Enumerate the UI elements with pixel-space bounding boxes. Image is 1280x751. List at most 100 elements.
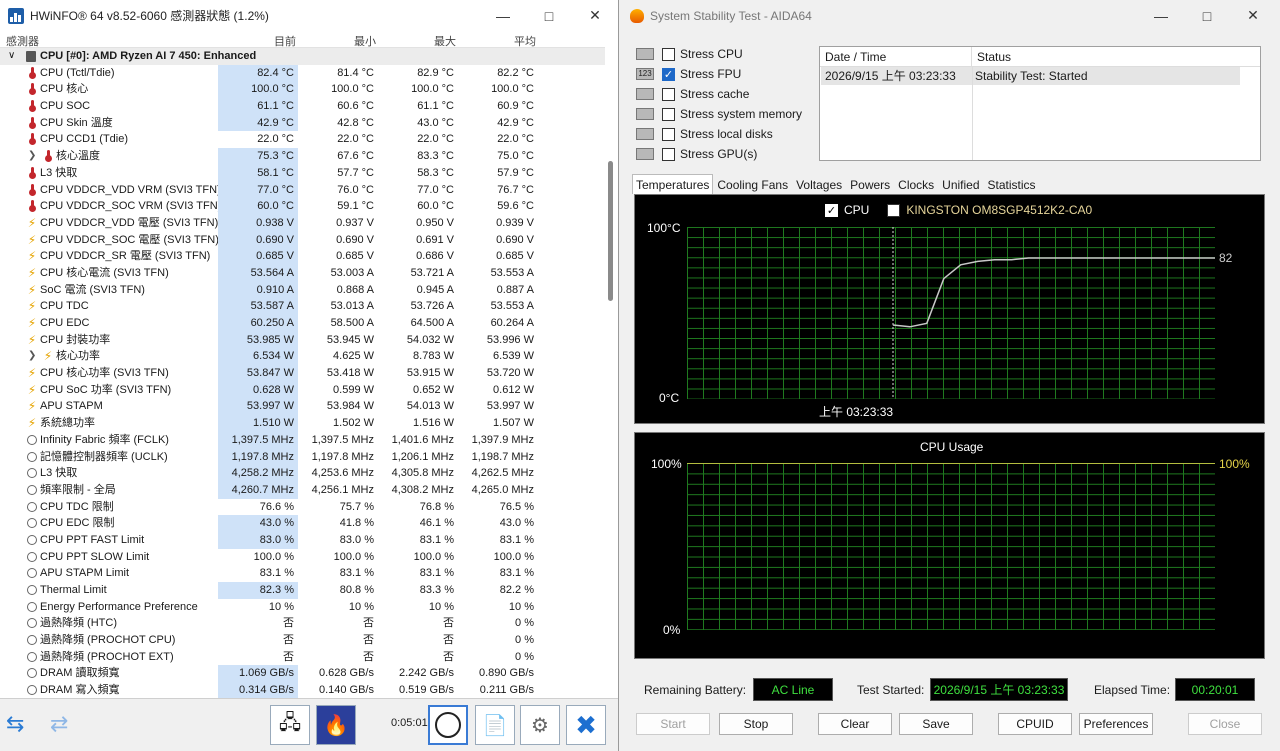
sensor-row[interactable]: ❯ ⚡ 核心功率 6.534 W 4.625 W 8.783 W 6.539 W bbox=[0, 348, 605, 366]
tab-unified[interactable]: Unified bbox=[938, 174, 983, 194]
sensor-row[interactable]: CPU CCD1 (Tdie) 22.0 °C 22.0 °C 22.0 °C 22.0… bbox=[0, 131, 605, 148]
sensor-row[interactable]: ⚡ CPU 封裝功率 53.985 W 53.945 W 54.032 W 53.996 … bbox=[0, 331, 605, 349]
sensor-row[interactable]: ⚡ 系統總功率 1.510 W 1.502 W 1.516 W 1.507 W bbox=[0, 415, 605, 432]
sensor-row[interactable]: ⚡ APU STAPM 53.997 W 53.984 W 54.013 W 53.997… bbox=[0, 398, 605, 416]
cpuid-button[interactable]: CPUID bbox=[998, 713, 1072, 735]
sensor-row[interactable]: 頻率限制 - 全局 4,260.7 MHz 4,256.1 MHz 4,308.2 M… bbox=[0, 481, 605, 499]
sensor-row[interactable]: ⚡ CPU VDDCR_SOC 電壓 (SVI3 TFN) 0.690 V 0.690… bbox=[0, 231, 605, 249]
sensor-row[interactable]: Infinity Fabric 頻率 (FCLK) 1,397.5 MHz 1,39… bbox=[0, 431, 605, 449]
expand-chevron-icon[interactable]: ❯ bbox=[28, 348, 36, 365]
legend-ssd-checkbox[interactable] bbox=[887, 203, 901, 217]
stress-option[interactable]: Stress local disks bbox=[636, 124, 816, 144]
sensor-row[interactable]: DRAM 寫入頻寬 0.314 GB/s 0.140 GB/s 0.519 GB/s 0… bbox=[0, 682, 605, 698]
sensor-row[interactable]: DRAM 讀取頻寬 1.069 GB/s 0.628 GB/s 2.242 GB/s 0… bbox=[0, 665, 605, 683]
network-computers-button[interactable]: 🖧 bbox=[270, 705, 310, 745]
col-current[interactable]: 目前 bbox=[274, 33, 296, 49]
collapse-chevron-icon[interactable]: ∨ bbox=[8, 48, 15, 65]
minimize-button[interactable]: — bbox=[480, 0, 526, 31]
sensor-row[interactable]: ⚡ CPU SoC 功率 (SVI3 TFN) 0.628 W 0.599 W 0.65… bbox=[0, 381, 605, 399]
sensor-list[interactable]: ∨ CPU [#0]: AMD Ryzen AI 7 450: Enhanced… bbox=[0, 48, 605, 698]
clock-button[interactable] bbox=[428, 705, 468, 745]
legend-cpu-checkbox[interactable]: ✓ bbox=[825, 203, 838, 217]
sensor-row[interactable]: 過熱降頻 (HTC) 否 否 否 0 % bbox=[0, 615, 605, 632]
sensor-row[interactable]: CPU VDDCR_SOC VRM (SVI3 TFN) 60.0 °C 59.1 … bbox=[0, 198, 605, 215]
stress-checkbox[interactable]: ✓ bbox=[662, 67, 675, 81]
stress-checkbox[interactable] bbox=[662, 127, 675, 141]
sensor-row[interactable]: CPU TDC 限制 76.6 % 75.7 % 76.8 % 76.5 % bbox=[0, 499, 605, 516]
tab-powers[interactable]: Powers bbox=[846, 174, 894, 194]
aida-minimize-button[interactable]: — bbox=[1138, 0, 1184, 31]
stress-checkbox[interactable] bbox=[662, 47, 675, 61]
col-date-time[interactable]: Date / Time bbox=[820, 47, 972, 67]
aida-titlebar[interactable]: System Stability Test - AIDA64 — □ ✕ bbox=[620, 0, 1280, 31]
preferences-button[interactable]: Preferences bbox=[1079, 713, 1153, 735]
status-row[interactable]: 2026/9/15 上午 03:23:33 Stability Test: St… bbox=[821, 67, 1240, 85]
aida-close-button[interactable]: ✕ bbox=[1230, 0, 1276, 31]
stress-checkbox[interactable] bbox=[662, 107, 675, 121]
sensor-scrollbar[interactable] bbox=[605, 31, 618, 698]
tab-clocks[interactable]: Clocks bbox=[894, 174, 938, 194]
sensor-row[interactable]: 過熱降頻 (PROCHOT CPU) 否 否 否 0 % bbox=[0, 632, 605, 649]
col-min[interactable]: 最小 bbox=[354, 33, 376, 49]
stress-option[interactable]: Stress GPU(s) bbox=[636, 144, 816, 164]
close-window-button[interactable]: Close bbox=[1188, 713, 1262, 735]
sensor-row[interactable]: CPU 核心 100.0 °C 100.0 °C 100.0 °C 100.0 °C bbox=[0, 81, 605, 99]
sensor-row[interactable]: L3 快取 4,258.2 MHz 4,253.6 MHz 4,305.8 MHz 4,… bbox=[0, 465, 605, 482]
save-button[interactable]: Save bbox=[899, 713, 973, 735]
clear-button[interactable]: Clear bbox=[818, 713, 892, 735]
col-avg[interactable]: 平均 bbox=[514, 33, 536, 49]
close-button[interactable]: ✕ bbox=[572, 0, 618, 31]
stress-option[interactable]: 123 ✓ Stress FPU bbox=[636, 64, 816, 84]
sensor-row[interactable]: L3 快取 58.1 °C 57.7 °C 58.3 °C 57.9 °C bbox=[0, 164, 605, 182]
aida-maximize-button[interactable]: □ bbox=[1184, 0, 1230, 31]
sensor-row[interactable]: 記憶體控制器頻率 (UCLK) 1,197.8 MHz 1,197.8 MHz 1,2… bbox=[0, 448, 605, 466]
col-sensor[interactable]: 感測器 bbox=[6, 33, 39, 49]
tab-statistics[interactable]: Statistics bbox=[984, 174, 1040, 194]
expand-chevron-icon[interactable]: ❯ bbox=[28, 148, 36, 165]
stress-option[interactable]: Stress system memory bbox=[636, 104, 816, 124]
sensor-row[interactable]: CPU (Tctl/Tdie) 82.4 °C 81.4 °C 82.9 °C 82.2… bbox=[0, 64, 605, 82]
arrows-right-left-icon[interactable]: ⇄ bbox=[50, 711, 68, 737]
sensor-row[interactable]: ⚡ CPU 核心電流 (SVI3 TFN) 53.564 A 53.003 A 53.7… bbox=[0, 264, 605, 282]
sensor-row[interactable]: CPU SOC 61.1 °C 60.6 °C 61.1 °C 60.9 °C bbox=[0, 98, 605, 115]
battery-label: Remaining Battery: bbox=[644, 683, 747, 697]
arrows-left-right-icon[interactable]: ⇆ bbox=[6, 711, 24, 737]
sensor-row[interactable]: APU STAPM Limit 83.1 % 83.1 % 83.1 % 83.1 % bbox=[0, 565, 605, 582]
sensor-row[interactable]: CPU EDC 限制 43.0 % 41.8 % 46.1 % 43.0 % bbox=[0, 515, 605, 532]
sensor-row[interactable]: ⚡ CPU VDDCR_SR 電壓 (SVI3 TFN) 0.685 V 0.685 … bbox=[0, 248, 605, 265]
maximize-button[interactable]: □ bbox=[526, 0, 572, 31]
sensor-row[interactable]: ⚡ SoC 電流 (SVI3 TFN) 0.910 A 0.868 A 0.945 A 0… bbox=[0, 281, 605, 299]
stop-button[interactable]: Stop bbox=[719, 713, 793, 735]
exit-button[interactable]: ✖ bbox=[566, 705, 606, 745]
sensor-row[interactable]: Energy Performance Preference 10 % 10 % 10 … bbox=[0, 599, 605, 616]
col-status[interactable]: Status bbox=[972, 47, 1260, 67]
sensor-row[interactable]: ❯ 核心溫度 75.3 °C 67.6 °C 83.3 °C 75.0 °C bbox=[0, 148, 605, 165]
col-max[interactable]: 最大 bbox=[434, 33, 456, 49]
hwinfo-titlebar[interactable]: HWiNFO® 64 v8.52-6060 感測器狀態 (1.2%) — □ ✕ bbox=[0, 0, 618, 31]
sensor-row[interactable]: CPU PPT SLOW Limit 100.0 % 100.0 % 100.0 % 1… bbox=[0, 549, 605, 566]
stress-option[interactable]: Stress CPU bbox=[636, 44, 816, 64]
sensor-row[interactable]: CPU Skin 溫度 42.9 °C 42.8 °C 43.0 °C 42.9 °C bbox=[0, 114, 605, 132]
status-table[interactable]: Date / Time Status 2026/9/15 上午 03:23:33… bbox=[819, 46, 1261, 161]
sensor-row[interactable]: CPU VDDCR_VDD VRM (SVI3 TFN) 77.0 °C 76.0 … bbox=[0, 181, 605, 199]
sensor-row[interactable]: ⚡ CPU VDDCR_VDD 電壓 (SVI3 TFN) 0.938 V 0.937… bbox=[0, 214, 605, 232]
sensor-row[interactable]: CPU PPT FAST Limit 83.0 % 83.0 % 83.1 % 83.1… bbox=[0, 531, 605, 549]
sensor-group[interactable]: ∨ CPU [#0]: AMD Ryzen AI 7 450: Enhanced bbox=[0, 48, 605, 65]
settings-button[interactable]: ⚙ bbox=[520, 705, 560, 745]
sensor-row[interactable]: ⚡ CPU 核心功率 (SVI3 TFN) 53.847 W 53.418 W 53.9… bbox=[0, 365, 605, 382]
sensor-row[interactable]: ⚡ CPU EDC 60.250 A 58.500 A 64.500 A 60.264 A bbox=[0, 315, 605, 332]
tab-temperatures[interactable]: Temperatures bbox=[632, 174, 714, 194]
tab-voltages[interactable]: Voltages bbox=[792, 174, 846, 194]
stress-checkbox[interactable] bbox=[662, 87, 675, 101]
tab-cooling-fans[interactable]: Cooling Fans bbox=[713, 174, 792, 194]
cpu-flame-button[interactable]: 🔥 bbox=[316, 705, 356, 745]
report-add-button[interactable]: 📄 bbox=[475, 705, 515, 745]
sensor-current: 58.1 °C bbox=[218, 164, 298, 182]
stress-checkbox[interactable] bbox=[662, 147, 675, 161]
sensor-row[interactable]: Thermal Limit 82.3 % 80.8 % 83.3 % 82.2 % bbox=[0, 582, 605, 599]
stress-option[interactable]: Stress cache bbox=[636, 84, 816, 104]
start-button[interactable]: Start bbox=[636, 713, 710, 735]
sensor-row[interactable]: 過熱降頻 (PROCHOT EXT) 否 否 否 0 % bbox=[0, 649, 605, 666]
scrollbar-thumb[interactable] bbox=[608, 161, 613, 301]
sensor-row[interactable]: ⚡ CPU TDC 53.587 A 53.013 A 53.726 A 53.553 A bbox=[0, 298, 605, 316]
